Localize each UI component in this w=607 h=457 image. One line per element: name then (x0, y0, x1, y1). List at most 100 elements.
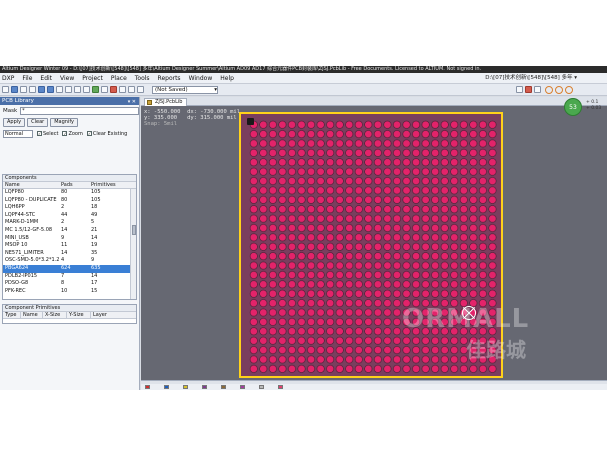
col-primitives[interactable]: Primitives (89, 182, 129, 188)
col-type[interactable]: Type (3, 312, 21, 318)
menu-help[interactable]: Help (216, 73, 238, 84)
components-scrollbar[interactable] (130, 189, 136, 299)
document-path[interactable]: D:\[07]技术创新\[548]\[548] 多年 ▾ (485, 73, 577, 84)
clear-existing-option[interactable]: ✓ Clear Existing (86, 130, 128, 137)
scroll-thumb[interactable] (132, 225, 136, 235)
component-row[interactable]: OSC-SMD-5.0*3.2*1.2 4 9 (3, 257, 136, 265)
clear-button[interactable]: Clear (27, 117, 49, 127)
col-layer[interactable]: Layer (91, 312, 131, 318)
component-row[interactable]: PFK-REC 10 15 (3, 288, 136, 296)
origin-crosshair-icon (462, 306, 476, 320)
menu-window[interactable]: Window (185, 73, 217, 84)
zoom-fit-icon[interactable] (56, 86, 63, 93)
component-row[interactable]: NE571_LIMITER 14 35 (3, 250, 136, 258)
component-row[interactable]: LQFP80 80 105 (3, 189, 136, 197)
layer-paste-swatch[interactable] (202, 385, 207, 389)
component-row[interactable]: LQH6PP 2 18 (3, 204, 136, 212)
menu-place[interactable]: Place (107, 73, 131, 84)
component-row[interactable]: MARK-D-1MM 2 5 (3, 219, 136, 227)
menu-edit[interactable]: Edit (36, 73, 56, 84)
layer-keepout-swatch[interactable] (259, 385, 264, 389)
pcblib-icon (147, 100, 152, 105)
circle-icon[interactable] (565, 86, 573, 94)
copy-icon[interactable] (74, 86, 81, 93)
panel-title: PCB Library ▾ ✕ (0, 97, 139, 105)
col-pads[interactable]: Pads (59, 182, 89, 188)
col-xsize[interactable]: X-Size (43, 312, 67, 318)
component-row[interactable]: LQFP80 - DUPLICATE 80 105 (3, 197, 136, 205)
component-row[interactable]: MINI_USB 9 14 (3, 235, 136, 243)
layer-multi-swatch[interactable] (278, 385, 283, 389)
col-prim-name[interactable]: Name (21, 312, 43, 318)
menu-tools[interactable]: Tools (131, 73, 154, 84)
pad-array[interactable] (249, 120, 497, 374)
pin1-marker (247, 118, 254, 125)
component-row[interactable]: MSOP 10 11 19 (3, 242, 136, 250)
select-option[interactable]: ✓ Select (37, 131, 58, 137)
menu-dxp[interactable]: DXP (0, 73, 18, 84)
apply-button[interactable]: Apply (3, 117, 26, 127)
tab-zjsj-pcblib[interactable]: ZJSJ.PcbLib (144, 98, 188, 106)
undo-icon[interactable] (119, 86, 126, 93)
select-icon[interactable] (92, 86, 99, 93)
variant-select[interactable]: (Not Saved) ▾ (152, 85, 218, 94)
component-pads: 80 (61, 196, 68, 203)
menu-view[interactable]: View (56, 73, 78, 84)
magnify-button[interactable]: Magnify (50, 117, 78, 127)
text-icon[interactable] (534, 86, 541, 93)
component-row[interactable]: PDSO-G8 8 17 (3, 280, 136, 288)
components-rows: LQFP80 80 105 LQFP80 - DUPLICATE 80 105 LQH6PP… (3, 189, 136, 295)
component-name: NE571_LIMITER (5, 249, 44, 256)
component-pads: 2 (61, 219, 65, 226)
mask-input[interactable]: * (20, 106, 139, 115)
zoom-option[interactable]: ✓ Zoom (62, 131, 83, 137)
zoom-out-icon[interactable] (47, 86, 54, 93)
layer-overlay-swatch[interactable] (183, 385, 188, 389)
grid-icon[interactable] (137, 86, 144, 93)
component-primitives: 15 (91, 287, 98, 294)
pencil-icon[interactable] (516, 86, 523, 93)
bga-footprint[interactable] (239, 112, 503, 378)
status-badge: 53 (564, 98, 582, 116)
arc-center-icon[interactable] (555, 86, 563, 94)
redo-icon[interactable] (128, 86, 135, 93)
clear-existing-label: Clear Existing (92, 130, 128, 137)
component-row[interactable]: LQPF44-STC 44 49 (3, 212, 136, 220)
menu-file[interactable]: File (18, 73, 36, 84)
arc-icon[interactable] (545, 86, 553, 94)
component-row[interactable]: MC 1.5/12-GF-5.08 14 21 (3, 227, 136, 235)
component-pads: 10 (61, 287, 68, 294)
open-icon[interactable] (11, 86, 18, 93)
zoom-checkbox[interactable]: ✓ (62, 131, 68, 136)
place-pad-icon[interactable] (525, 86, 532, 93)
layer-solder-swatch[interactable] (221, 385, 226, 389)
pin-icon[interactable]: ▾ ✕ (128, 98, 136, 106)
paste-icon[interactable] (83, 86, 90, 93)
mode-select[interactable]: Normal (3, 129, 33, 138)
component-name: PDSO-G8 (5, 280, 29, 287)
component-name: OSC-SMD-5.0*3.2*1.2 (5, 257, 59, 264)
deselect-icon[interactable] (110, 86, 117, 93)
cut-icon[interactable] (65, 86, 72, 93)
primitives-list: Component Primitives Type Name X-Size Y-… (2, 304, 137, 324)
print-icon[interactable] (29, 86, 36, 93)
menu-reports[interactable]: Reports (154, 73, 185, 84)
layer-top-swatch[interactable] (145, 385, 150, 389)
layer-mech-swatch[interactable] (240, 385, 245, 389)
new-icon[interactable] (2, 86, 9, 93)
component-row[interactable]: PBGA624 624 635 (3, 264, 136, 273)
zoom-in-icon[interactable] (38, 86, 45, 93)
component-row[interactable]: PDLB2-IP015 7 14 (3, 273, 136, 281)
menu-project[interactable]: Project (78, 73, 107, 84)
select-checkbox[interactable]: ✓ (37, 131, 42, 136)
col-ysize[interactable]: Y-Size (67, 312, 91, 318)
col-name[interactable]: Name (3, 182, 59, 188)
pcb-canvas[interactable]: x: -550.000 dx: -730.000 mil y: 335.000 … (141, 106, 607, 380)
clear-existing-checkbox[interactable]: ✓ (86, 131, 92, 136)
save-icon[interactable] (20, 86, 27, 93)
component-pads: 11 (61, 242, 68, 249)
component-pads: 624 (61, 264, 71, 271)
move-icon[interactable] (101, 86, 108, 93)
right-readout-2: + 0.03 (586, 106, 602, 111)
layer-bottom-swatch[interactable] (164, 385, 169, 389)
